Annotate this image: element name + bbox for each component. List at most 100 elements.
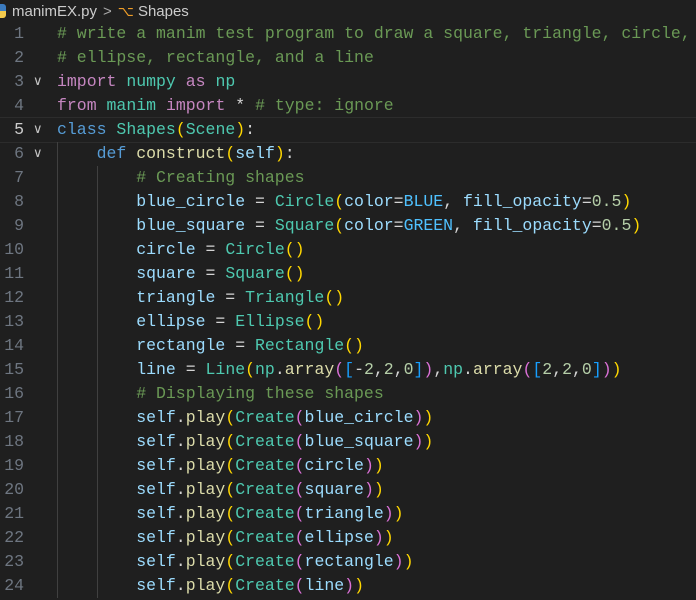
code-token: = [245,216,275,235]
code-token: ( [294,432,305,451]
code-token: = [195,240,226,259]
code-token: ( [225,480,236,499]
breadcrumb-file[interactable]: manimEX.py [12,3,97,20]
code-token: = [215,288,246,307]
code-line[interactable]: 6 ∨ def construct(self): [0,142,696,166]
code-token: play [185,480,226,499]
code-line[interactable]: 1 # write a manim test program to draw a … [0,22,696,46]
code-token: ) [274,144,285,163]
code-token: np [443,360,464,379]
code-text: from manim import * # type: ignore [57,94,394,118]
indent-guide [96,262,98,286]
code-token: line [304,576,345,595]
line-number: 1 [14,24,24,43]
code-line[interactable]: 21 self.play(Create(triangle)) [0,502,696,526]
code-text: ellipse = Ellipse() [136,310,324,334]
code-line[interactable]: 15 line = Line(np.array([-2,2,0]),np.arra… [0,358,696,382]
indent-guide [96,430,98,454]
code-token: circle [304,456,364,475]
code-token: ellipse [304,528,374,547]
code-line[interactable]: 22 self.play(Create(ellipse)) [0,526,696,550]
code-line[interactable]: 10 circle = Circle() [0,238,696,262]
indent-guide [57,334,58,358]
code-token: play [185,432,226,451]
code-token: Create [235,504,295,523]
code-token: ) [393,552,404,571]
code-token: ( [334,360,345,379]
breadcrumb-symbol[interactable]: Shapes [138,3,189,20]
code-editor[interactable]: 1 # write a manim test program to draw a … [0,22,696,598]
indent-guide [96,214,98,238]
line-number: 8 [14,192,24,211]
line-number: 7 [14,168,24,187]
code-token: 0 [403,360,414,379]
code-line[interactable]: 12 triangle = Triangle() [0,286,696,310]
code-token: , [453,216,473,235]
code-line[interactable]: 20 self.play(Create(square)) [0,478,696,502]
code-token: ( [225,576,236,595]
code-token: ( [225,456,236,475]
code-token: ) [363,456,374,475]
code-line[interactable]: 9 blue_square = Square(color=GREEN, fill_… [0,214,696,238]
code-token: , [373,360,384,379]
code-line[interactable]: 7 # Creating shapes [0,166,696,190]
fold-chevron-icon[interactable]: ∨ [33,118,47,142]
code-token: blue_square [136,216,246,235]
code-token: ( [294,408,305,427]
code-line[interactable]: 3 ∨ import numpy as np [0,70,696,94]
code-line[interactable]: 19 self.play(Create(circle)) [0,454,696,478]
code-text: triangle = Triangle() [136,286,344,310]
code-token: BLUE [403,192,444,211]
code-line[interactable]: 24 self.play(Create(line)) [0,574,696,598]
code-line[interactable]: 11 square = Square() [0,262,696,286]
code-token: ) [413,408,424,427]
code-line[interactable]: 17 self.play(Create(blue_circle)) [0,406,696,430]
indent-guide [96,526,98,550]
code-token: Square [274,216,335,235]
code-token: ( [294,504,305,523]
indent-guide [57,190,58,214]
code-line[interactable]: 23 self.play(Create(rectangle)) [0,550,696,574]
code-token: Create [235,408,295,427]
code-token: ) [393,504,404,523]
code-token: ] [413,360,424,379]
code-token: . [175,576,186,595]
indent-guide [57,406,58,430]
code-token: construct [136,144,226,163]
indent-guide [96,190,98,214]
code-token: = [581,192,592,211]
code-token: () [324,288,345,307]
line-number: 22 [4,528,24,547]
code-token: blue_square [304,432,414,451]
code-line[interactable]: 16 # Displaying these shapes [0,382,696,406]
code-token: play [185,552,226,571]
indent-guide [57,502,58,526]
breadcrumb-separator: > [103,2,112,20]
line-number: 12 [4,288,24,307]
code-token: square [136,264,196,283]
indent-guide [57,238,58,262]
code-token: 0.5 [591,192,622,211]
code-line[interactable]: 8 blue_circle = Circle(color=BLUE, fill_o… [0,190,696,214]
fold-chevron-icon[interactable]: ∨ [33,142,47,166]
code-line[interactable]: 14 rectangle = Rectangle() [0,334,696,358]
code-token: . [274,360,285,379]
code-token: ( [225,528,236,547]
code-line[interactable]: 13 ellipse = Ellipse() [0,310,696,334]
code-token: blue_circle [304,408,414,427]
indent-guide [96,310,98,334]
code-token: self [235,144,275,163]
code-line[interactable]: 4 from manim import * # type: ignore [0,94,696,118]
code-token: rectangle [304,552,394,571]
code-text: rectangle = Rectangle() [136,334,364,358]
fold-chevron-icon[interactable]: ∨ [33,70,47,94]
code-token: ) [383,504,394,523]
code-token: , [572,360,582,379]
code-text: def construct(self): [97,142,295,166]
code-line[interactable]: 2 # ellipse, rectangle, and a line [0,46,696,70]
code-line[interactable]: 5 ∨ class Shapes(Scene): [0,117,696,143]
code-token: GREEN [403,216,454,235]
code-line[interactable]: 18 self.play(Create(blue_square)) [0,430,696,454]
code-token: rectangle [136,336,226,355]
